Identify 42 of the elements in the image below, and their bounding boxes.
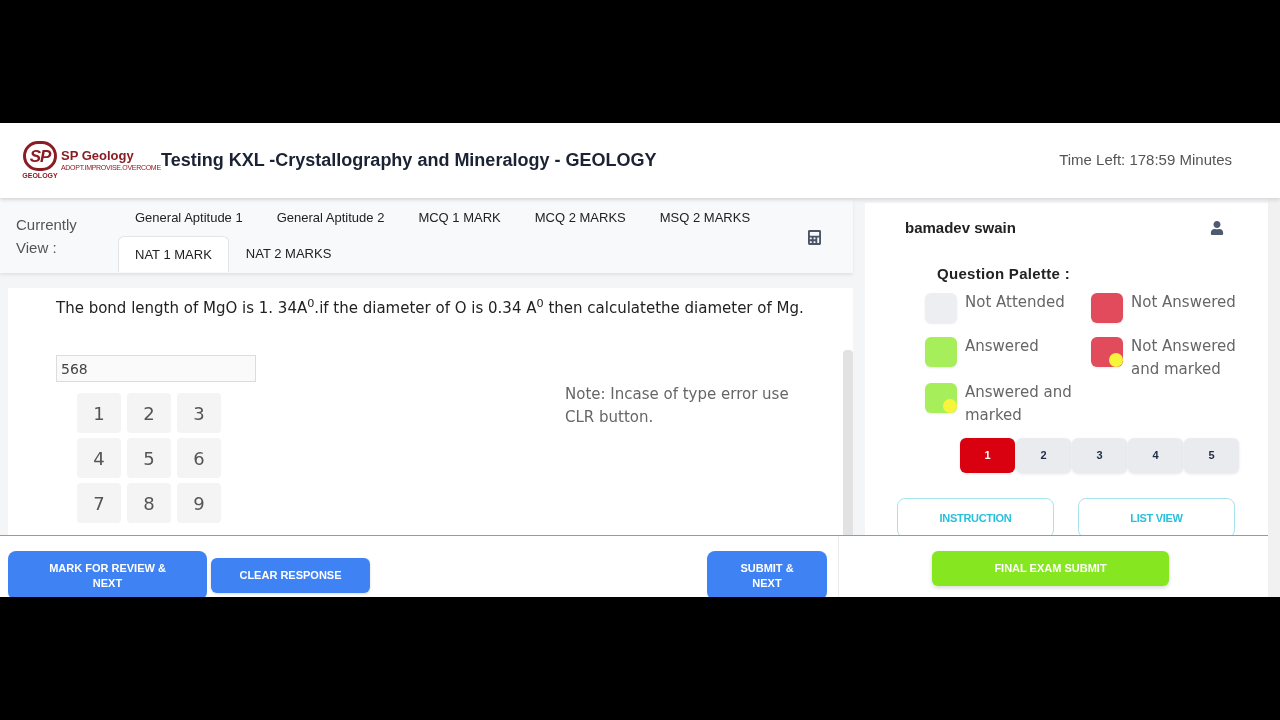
section-tab[interactable]: NAT 2 MARKS <box>228 236 349 272</box>
section-tab[interactable]: NAT 1 MARK <box>118 236 229 272</box>
section-tab[interactable]: General Aptitude 1 <box>118 200 260 236</box>
question-number-button[interactable]: 5 <box>1184 438 1239 473</box>
section-tab[interactable]: General Aptitude 2 <box>259 200 402 236</box>
keypad-key[interactable]: 3 <box>177 393 221 433</box>
palette-title: Question Palette : <box>937 264 1070 284</box>
clear-response-button[interactable]: CLEAR RESPONSE <box>211 558 370 593</box>
legend-label: Not Answered and marked <box>1131 336 1237 380</box>
question-number-button[interactable]: 2 <box>1016 438 1071 473</box>
currently-view-label: Currently View : <box>15 215 78 258</box>
section-tab[interactable]: MSQ 2 MARKS <box>642 200 768 236</box>
legend-label: Answered <box>965 336 1040 357</box>
keypad-key[interactable]: 9 <box>177 483 221 523</box>
section-tab[interactable]: MCQ 2 MARKS <box>517 200 643 236</box>
keypad-key[interactable]: 6 <box>177 438 221 478</box>
logo-name: SP Geology <box>61 148 135 163</box>
keypad-key[interactable]: 1 <box>77 393 121 433</box>
time-left: Time Left: 178:59 Minutes <box>1059 150 1232 171</box>
keypad-key[interactable]: 8 <box>127 483 171 523</box>
section-tab[interactable]: MCQ 1 MARK <box>401 200 518 236</box>
mark-for-review-button[interactable]: MARK FOR REVIEW & NEXT <box>8 551 207 597</box>
question-number-button[interactable]: 3 <box>1072 438 1127 473</box>
legend-label: Answered and marked <box>965 382 1073 426</box>
question-number-button[interactable]: 1 <box>960 438 1015 473</box>
answer-input-field[interactable]: 568 <box>56 355 256 382</box>
exam-title: Testing KXL -Crystallography and Mineralogy - GEOLOGY <box>161 149 657 172</box>
question-text: The bond length of MgO is 1. 34A$^{0}$.if the diameter of O is 0.34 A$^{0}$ then calculatethe diameter of Mg. <box>56 297 805 319</box>
user-icon[interactable] <box>1210 221 1224 235</box>
keypad-key[interactable]: 7 <box>77 483 121 523</box>
keypad-key[interactable]: 4 <box>77 438 121 478</box>
submit-next-button[interactable]: SUBMIT & NEXT <box>707 551 827 597</box>
question-number-button[interactable]: 4 <box>1128 438 1183 473</box>
user-name: bamadev swain <box>905 218 1016 238</box>
keypad-key[interactable]: 2 <box>127 393 171 433</box>
legend-label: Not Answered <box>1131 292 1237 313</box>
calculator-icon[interactable] <box>808 230 821 245</box>
legend-label: Not Attended <box>965 292 1066 313</box>
type-error-note: Note: Incase of type error use CLR button. <box>565 384 790 428</box>
keypad-key[interactable]: 5 <box>127 438 171 478</box>
scrollbar-thumb[interactable] <box>843 350 853 535</box>
logo-mark: SP <box>23 141 57 171</box>
